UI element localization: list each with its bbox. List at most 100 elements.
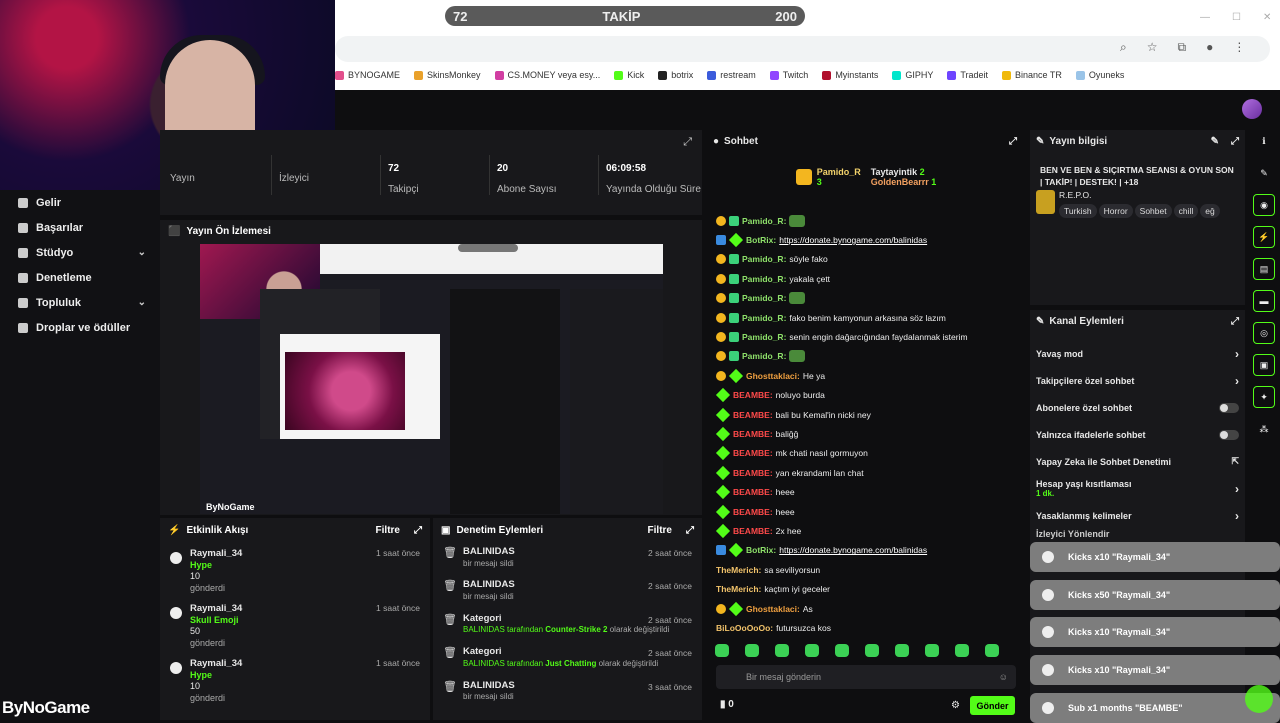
chat-username[interactable]: BEAMBE: bbox=[733, 507, 773, 517]
bookmark-item[interactable]: SkinsMonkey bbox=[414, 70, 481, 80]
broadcast-rail-icon[interactable]: ◎ bbox=[1253, 322, 1275, 344]
emote-icon[interactable] bbox=[895, 644, 909, 657]
chat-username[interactable]: BEAMBE: bbox=[733, 429, 773, 439]
bookmark-item[interactable]: restream bbox=[707, 70, 756, 80]
chat-message[interactable]: Pamido_R: bbox=[705, 347, 1027, 366]
emote-icon[interactable] bbox=[865, 644, 879, 657]
chat-username[interactable]: Pamido_R: bbox=[742, 332, 786, 342]
chat-username[interactable]: Ghosttaklaci: bbox=[746, 371, 800, 381]
bookmark-item[interactable]: Myinstants bbox=[822, 70, 878, 80]
bolt-rail-icon[interactable]: ⚡ bbox=[1253, 226, 1275, 248]
zoom-icon[interactable]: ⌕ bbox=[1120, 40, 1127, 55]
chevron-right-icon[interactable]: › bbox=[1235, 509, 1239, 523]
sidebar-item[interactable]: Başarılar bbox=[0, 215, 160, 240]
doc-rail-icon[interactable]: ▤ bbox=[1253, 258, 1275, 280]
chat-username[interactable]: Pamido_R: bbox=[742, 351, 786, 361]
save-rail-icon[interactable]: ▣ bbox=[1253, 354, 1275, 376]
extensions-icon[interactable]: ⧉ bbox=[1178, 40, 1187, 55]
avatar[interactable] bbox=[1242, 99, 1262, 119]
activity-item[interactable]: Raymali_34 Skull Emoji 50 gönderdi 1 saat ön… bbox=[160, 597, 430, 652]
emote-icon[interactable] bbox=[745, 644, 759, 657]
expand-icon[interactable]: ⤢ bbox=[1231, 316, 1239, 327]
emote-icon[interactable] bbox=[805, 644, 819, 657]
tag[interactable]: Horror bbox=[1098, 204, 1133, 218]
chevron-right-icon[interactable]: › bbox=[1235, 374, 1239, 388]
expand-icon[interactable]: ⤢ bbox=[1009, 136, 1017, 147]
chat-message[interactable]: BEAMBE: heee bbox=[705, 502, 1027, 521]
chat-username[interactable]: TheMerich: bbox=[716, 565, 761, 575]
info-rail-icon[interactable]: ℹ bbox=[1253, 130, 1275, 152]
channel-action-row[interactable]: Hesap yaşı kısıtlaması 1 dk. › bbox=[1030, 475, 1245, 502]
sidebar-item[interactable]: Topluluk ⌄ bbox=[0, 290, 160, 315]
minimize-icon[interactable]: — bbox=[1200, 12, 1210, 23]
toggle-switch[interactable] bbox=[1219, 429, 1239, 440]
tag[interactable]: eğ bbox=[1200, 204, 1220, 218]
chat-message[interactable]: TheMerich: sa seviliyorsun bbox=[705, 560, 1027, 579]
sidebar-item[interactable]: Stüdyo ⌄ bbox=[0, 240, 160, 265]
settings-icon[interactable]: ⚙ bbox=[951, 700, 960, 711]
sidebar-item[interactable]: Denetleme bbox=[0, 265, 160, 290]
emote-icon[interactable] bbox=[985, 644, 999, 657]
tag[interactable]: chill bbox=[1173, 204, 1199, 218]
camera-rail-icon[interactable]: ◉ bbox=[1253, 194, 1275, 216]
chat-username[interactable]: Pamido_R: bbox=[742, 313, 786, 323]
emote-icon[interactable] bbox=[835, 644, 849, 657]
chat-message[interactable]: BotRix: https://donate.bynogame.com/balin… bbox=[705, 541, 1027, 560]
chat-message[interactable]: Pamido_R: fako benim kamyonun arkasına sö… bbox=[705, 308, 1027, 327]
chat-username[interactable]: Pamido_R: bbox=[742, 274, 786, 284]
channel-action-row[interactable]: Takipçilere özel sohbet › bbox=[1030, 367, 1245, 394]
bookmark-item[interactable]: BYNOGAME bbox=[335, 70, 400, 80]
chat-username[interactable]: BEAMBE: bbox=[733, 487, 773, 497]
chat-message[interactable]: Pamido_R: yakala çett bbox=[705, 269, 1027, 288]
edit-icon[interactable]: ✎ bbox=[1211, 136, 1219, 147]
bookmark-item[interactable]: CS.MONEY veya esy... bbox=[494, 70, 600, 80]
maximize-icon[interactable]: ☐ bbox=[1232, 12, 1241, 23]
emote-icon[interactable] bbox=[715, 644, 729, 657]
bookmark-item[interactable]: GIPHY bbox=[892, 70, 933, 80]
bookmark-item[interactable]: botrix bbox=[658, 70, 693, 80]
bookmark-item[interactable]: Oyuneks bbox=[1075, 70, 1124, 80]
chat-message[interactable]: Pamido_R: senin engin dağarcığından fayda… bbox=[705, 327, 1027, 346]
preview-video[interactable]: ByNoGame bbox=[200, 244, 663, 514]
kick-float-icon[interactable] bbox=[1245, 685, 1273, 713]
expand-icon[interactable]: ⤢ bbox=[414, 525, 422, 536]
tag[interactable]: Turkish bbox=[1059, 204, 1097, 218]
sidebar-item[interactable]: Droplar ve ödüller bbox=[0, 315, 160, 340]
moderation-filter-button[interactable]: Filtre bbox=[648, 525, 672, 536]
chat-message[interactable]: BotRix: https://donate.bynogame.com/balin… bbox=[705, 230, 1027, 249]
chat-message[interactable]: Pamido_R: bbox=[705, 211, 1027, 230]
chat-message[interactable]: BEAMBE: mk chati nasıl gormuyon bbox=[705, 444, 1027, 463]
chat-link[interactable]: https://donate.bynogame.com/balinidas bbox=[779, 235, 927, 245]
chat-username[interactable]: BiLoOoOoOo: bbox=[716, 623, 773, 633]
expand-icon[interactable]: ⤢ bbox=[686, 525, 694, 536]
chat-username[interactable]: BotRix: bbox=[746, 235, 776, 245]
emote-icon[interactable] bbox=[925, 644, 939, 657]
emoji-icon[interactable]: ☺ bbox=[999, 672, 1008, 682]
apps-rail-icon[interactable]: ⁂ bbox=[1253, 418, 1275, 440]
chat-message[interactable]: TheMerich: kaçtım iyi geceler bbox=[705, 579, 1027, 598]
close-icon[interactable]: ✕ bbox=[1263, 12, 1271, 23]
chat-message[interactable]: BEAMBE: yan ekrandami lan chat bbox=[705, 463, 1027, 482]
bookmark-item[interactable]: Binance TR bbox=[1002, 70, 1062, 80]
bookmark-item[interactable]: Twitch bbox=[769, 70, 808, 80]
bookmark-star-icon[interactable]: ☆ bbox=[1147, 40, 1158, 55]
tag[interactable]: Sohbet bbox=[1134, 204, 1172, 218]
channel-action-row[interactable]: Yasaklanmış kelimeler › bbox=[1030, 502, 1245, 529]
chat-message[interactable]: BiLoOoOoOo: futursuzca kos bbox=[705, 618, 1027, 637]
bookmark-item[interactable]: Kick bbox=[614, 70, 644, 80]
channel-action-row[interactable]: Yalnızca ifadelerle sohbet bbox=[1030, 421, 1245, 448]
chat-username[interactable]: BEAMBE: bbox=[733, 526, 773, 536]
emote-icon[interactable] bbox=[775, 644, 789, 657]
chat-message[interactable]: Ghosttaklaci: As bbox=[705, 599, 1027, 618]
chat-message[interactable]: BEAMBE: heee bbox=[705, 482, 1027, 501]
chat-username[interactable]: Ghosttaklaci: bbox=[746, 604, 800, 614]
chat-username[interactable]: TheMerich: bbox=[716, 584, 761, 594]
chat-link[interactable]: https://donate.bynogame.com/balinidas bbox=[779, 545, 927, 555]
emote-icon[interactable] bbox=[955, 644, 969, 657]
chat-username[interactable]: BEAMBE: bbox=[733, 468, 773, 478]
chat-message[interactable]: BEAMBE: bali bu Kemal'in nicki ney bbox=[705, 405, 1027, 424]
chat-message[interactable]: Ghosttaklaci: He ya bbox=[705, 366, 1027, 385]
activity-item[interactable]: Raymali_34 Hype 10 gönderdi 1 saat önce bbox=[160, 542, 430, 597]
pencil-rail-icon[interactable]: ✎ bbox=[1253, 162, 1275, 184]
bookmark-item[interactable]: Tradeit bbox=[947, 70, 988, 80]
